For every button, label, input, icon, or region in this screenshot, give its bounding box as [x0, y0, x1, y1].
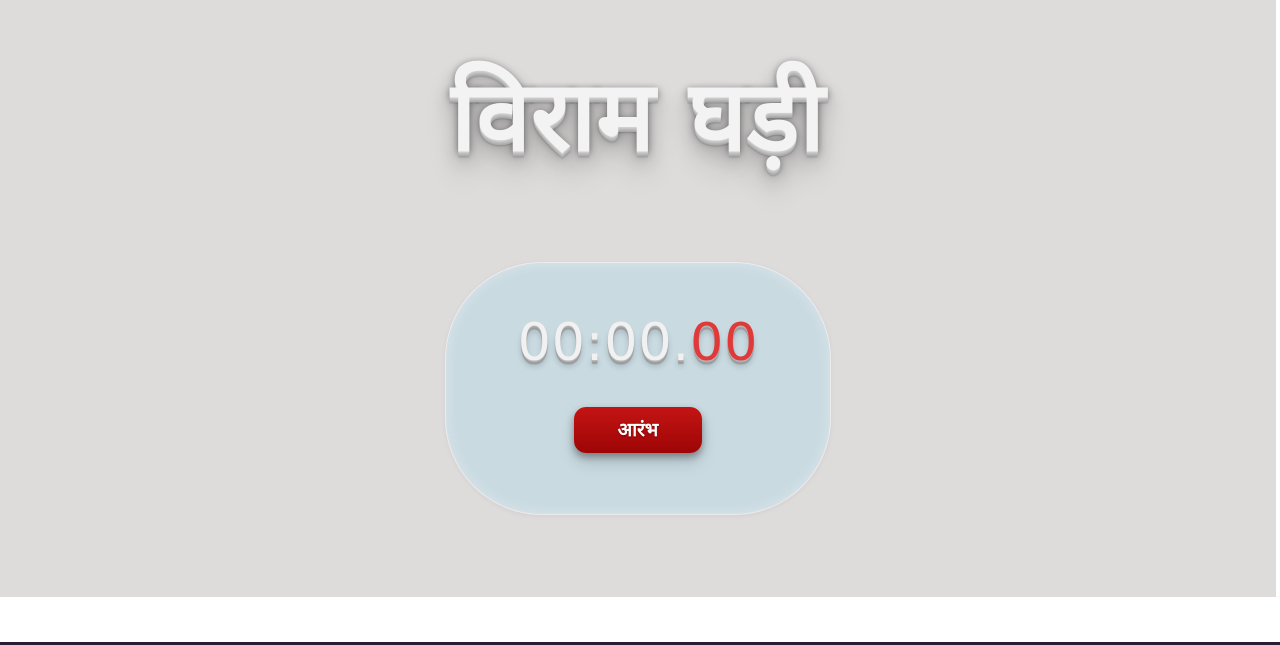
- page: विराम घड़ी 00:00.00 आरंभ: [0, 0, 1280, 645]
- stopwatch-card: 00:00.00 आरंभ: [446, 263, 830, 514]
- timer-display: 00:00.00: [446, 311, 830, 375]
- timer-milliseconds: 00: [690, 313, 759, 373]
- start-button[interactable]: आरंभ: [574, 407, 702, 453]
- timer-main: 00:00.: [517, 313, 691, 373]
- page-title: विराम घड़ी: [451, 60, 825, 174]
- stopwatch-stage: विराम घड़ी 00:00.00 आरंभ: [0, 0, 1276, 597]
